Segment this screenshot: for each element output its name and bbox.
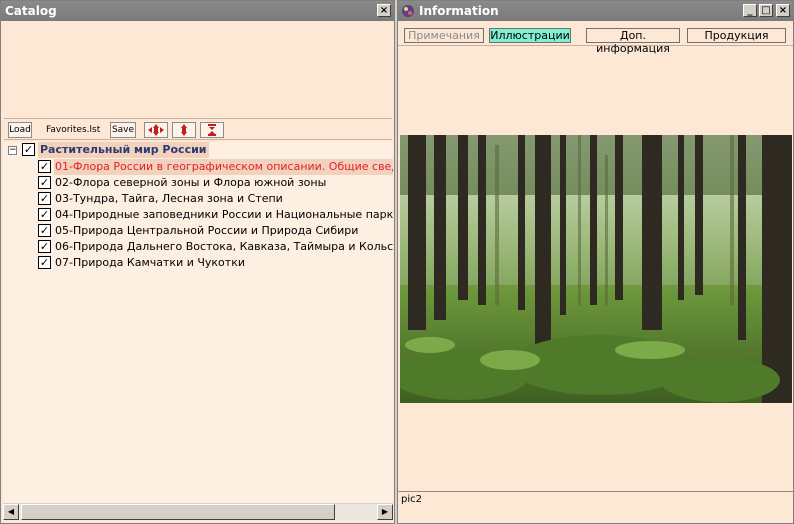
tree-item[interactable]: ✓ 01-Флора России в географическом описа…	[3, 159, 393, 175]
expand-all-icon[interactable]	[144, 122, 168, 138]
maximize-icon[interactable]: □	[759, 4, 773, 17]
tree-root-label: Растительный мир России	[38, 142, 209, 158]
checkbox-icon[interactable]: ✓	[22, 143, 35, 156]
scroll-right-icon[interactable]: ▶	[377, 504, 393, 520]
catalog-title: Catalog	[5, 4, 57, 18]
catalog-tree: − ✓ Растительный мир России ✓ 01-Флора Р…	[3, 142, 393, 503]
information-title-bar[interactable]: Information _ □ ×	[398, 1, 793, 21]
information-tabs: Примечания Иллюстрации Доп. информация П…	[398, 22, 793, 55]
tree-item-label: 06-Природа Дальнего Востока, Кавказа, Та…	[55, 240, 393, 253]
close-icon[interactable]: ×	[776, 4, 790, 17]
tab-products[interactable]: Продукция	[687, 28, 786, 43]
checkbox-icon[interactable]: ✓	[38, 208, 51, 221]
tree-item-label: 04-Природные заповедники России и Национ…	[55, 208, 393, 221]
tree-item[interactable]: ✓ 03-Тундра, Тайга, Лесная зона и Степи	[3, 191, 393, 207]
checkbox-icon[interactable]: ✓	[38, 176, 51, 189]
save-button[interactable]: Save	[110, 122, 136, 138]
tree-item[interactable]: ✓ 04-Природные заповедники России и Наци…	[3, 207, 393, 223]
tree-item-label: 05-Природа Центральной России и Природа …	[55, 224, 359, 237]
image-caption: pic2	[398, 491, 793, 523]
checkbox-icon[interactable]: ✓	[38, 240, 51, 253]
tree-root-row[interactable]: − ✓ Растительный мир России	[3, 142, 209, 158]
tab-additional-info[interactable]: Доп. информация	[586, 28, 680, 55]
collapse-icon[interactable]: −	[8, 146, 17, 155]
tree-item[interactable]: ✓ 02-Флора северной зоны и Флора южной з…	[3, 175, 393, 191]
tree-item-label: 03-Тундра, Тайга, Лесная зона и Степи	[55, 192, 283, 205]
favorites-file-label: Favorites.lst	[46, 125, 101, 135]
catalog-window: Catalog × Load Favorites.lst Save − ✓ Ра…	[0, 0, 395, 524]
tree-item-label: 07-Природа Камчатки и Чукотки	[55, 256, 245, 269]
forest-illustration	[400, 135, 792, 403]
load-button[interactable]: Load	[8, 122, 32, 138]
tree-item-label-selected: 01-Флора России в географическом описани…	[54, 159, 393, 175]
catalog-toolbar: Load Favorites.lst Save	[4, 118, 392, 140]
scroll-left-icon[interactable]: ◀	[3, 504, 19, 520]
checkbox-icon[interactable]: ✓	[38, 192, 51, 205]
tree-item-label: 02-Флора северной зоны и Флора южной зон…	[55, 176, 327, 189]
tree-item[interactable]: ✓ 07-Природа Камчатки и Чукотки	[3, 255, 393, 271]
catalog-title-bar[interactable]: Catalog ×	[1, 1, 394, 21]
checkbox-icon[interactable]: ✓	[38, 160, 51, 173]
scroll-thumb[interactable]	[21, 504, 335, 520]
tab-illustrations[interactable]: Иллюстрации	[489, 28, 571, 43]
tab-notes[interactable]: Примечания	[404, 28, 484, 43]
checkbox-icon[interactable]: ✓	[38, 256, 51, 269]
horizontal-scrollbar[interactable]: ◀ ▶	[3, 503, 393, 520]
app-icon	[401, 4, 415, 18]
move-up-down-icon[interactable]	[172, 122, 196, 138]
checkbox-icon[interactable]: ✓	[38, 224, 51, 237]
tree-item[interactable]: ✓ 05-Природа Центральной России и Природ…	[3, 223, 393, 239]
tree-item[interactable]: ✓ 06-Природа Дальнего Востока, Кавказа, …	[3, 239, 393, 255]
collapse-icon[interactable]	[200, 122, 224, 138]
information-title: Information	[419, 4, 499, 18]
minimize-icon[interactable]: _	[743, 4, 757, 17]
information-window: Information _ □ × Примечания Иллюстрации…	[397, 0, 794, 524]
close-icon[interactable]: ×	[377, 4, 391, 17]
